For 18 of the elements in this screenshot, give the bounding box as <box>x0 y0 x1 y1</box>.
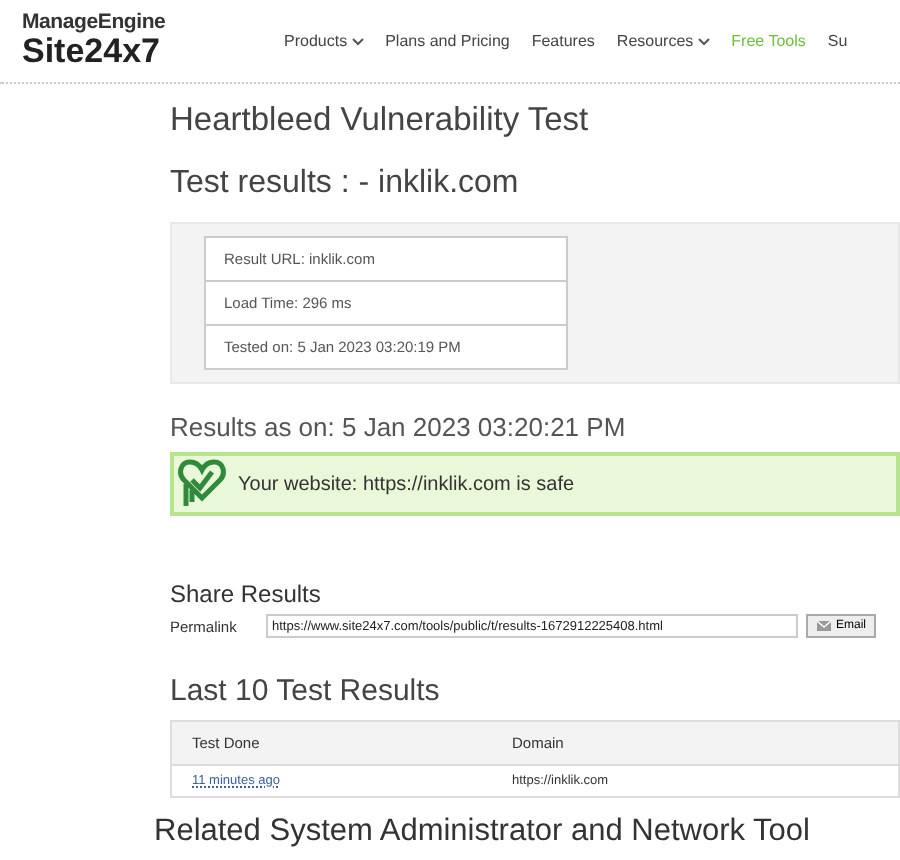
logo-text[interactable]: Site24x7 <box>22 32 258 72</box>
chevron-down-icon <box>697 37 710 45</box>
share-heading: Share Results <box>170 580 323 608</box>
heart-check-icon <box>178 458 226 510</box>
nav-link[interactable]: Plans and Pricing <box>385 32 510 50</box>
nav-link[interactable]: Resources <box>616 32 710 50</box>
nav-link[interactable]: Products <box>284 32 364 50</box>
history-heading: Last 10 Test Results <box>170 674 442 708</box>
results-timestamp: Results as on: 5 Jan 2023 03:20:21 PM <box>170 412 628 442</box>
brand-name: ManageEngine <box>22 10 168 34</box>
envelope-icon <box>816 620 832 632</box>
status-message: Your website: https://inklik.com is safe <box>238 473 575 495</box>
related-heading: Related System Administrator and Network Tool <box>154 814 812 850</box>
page-title: Heartbleed Vulnerability Test <box>170 102 591 140</box>
nav-link[interactable]: Su <box>827 32 848 50</box>
nav-link[interactable]: Features <box>531 32 595 50</box>
results-title: Test results : - inklik.com <box>170 166 521 202</box>
chevron-down-icon <box>351 37 364 45</box>
